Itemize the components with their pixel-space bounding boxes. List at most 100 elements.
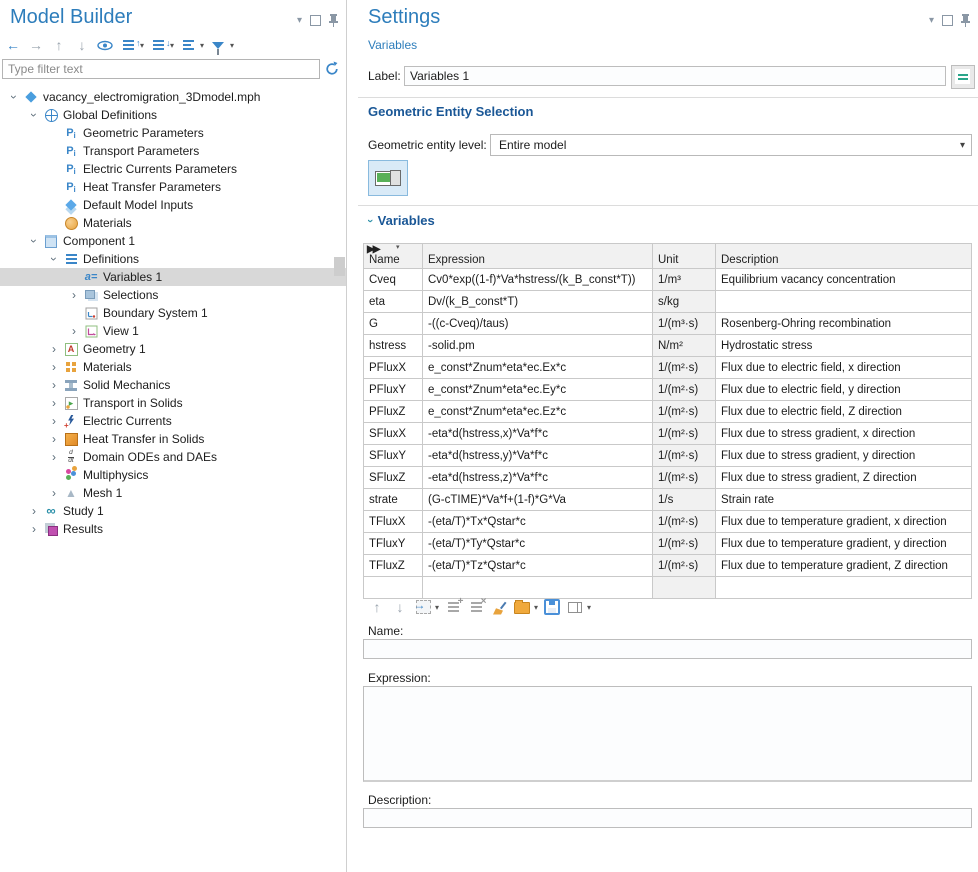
filter-button[interactable]: ▾ xyxy=(209,36,234,54)
tree-expand-chevron-icon[interactable]: › xyxy=(26,523,42,535)
cell-unit[interactable]: 1/(m²·s) xyxy=(653,357,716,379)
tree-expand-chevron-icon[interactable]: › xyxy=(46,433,62,445)
tree-collapse-chevron-icon[interactable]: › xyxy=(8,89,20,105)
cell-unit[interactable]: 1/(m²·s) xyxy=(653,533,716,555)
tree-item-selections[interactable]: ›Selections xyxy=(0,286,346,304)
dropdown-caret-icon[interactable]: ▾ xyxy=(230,41,234,50)
cell-unit[interactable]: 1/(m²·s) xyxy=(653,467,716,489)
column-header-name[interactable]: ▶▶ ▾ Name xyxy=(364,244,423,269)
panel-menu-caret-icon[interactable]: ▾ xyxy=(929,16,934,26)
variable-row[interactable]: SFluxZ-eta*d(hstress,z)*Va*f*c1/(m²·s)Fl… xyxy=(364,467,972,489)
tree-item-definitions[interactable]: ›Definitions xyxy=(0,250,346,268)
collapse-all-button[interactable]: ↑▾ xyxy=(119,36,144,54)
cell-description[interactable]: Flux due to temperature gradient, y dire… xyxy=(716,533,972,555)
tree-item-heat-transfer-parameters[interactable]: PiHeat Transfer Parameters xyxy=(0,178,346,196)
cell-description[interactable]: Flux due to temperature gradient, x dire… xyxy=(716,511,972,533)
expand-columns-icon[interactable]: ▶▶ xyxy=(367,244,378,255)
save-to-file-button[interactable] xyxy=(543,598,561,616)
variable-row[interactable]: G-((c-Cveq)/taus)1/(m³·s)Rosenberg-Ohrin… xyxy=(364,313,972,335)
cell-name[interactable]: hstress xyxy=(364,335,423,357)
cell-unit[interactable]: 1/(m²·s) xyxy=(653,445,716,467)
variables-section-header[interactable]: › Variables xyxy=(368,213,435,228)
cell-expression[interactable]: e_const*Znum*eta*ec.Ey*c xyxy=(423,379,653,401)
back-button[interactable]: ← xyxy=(4,36,22,54)
cell-name[interactable]: SFluxY xyxy=(364,445,423,467)
cell-expression[interactable]: -solid.pm xyxy=(423,335,653,357)
column-header-unit[interactable]: Unit xyxy=(653,244,716,269)
geometric-entity-level-select[interactable]: Entire model ▾ xyxy=(490,134,972,156)
move-down-button[interactable]: ↓ xyxy=(73,36,91,54)
tree-item-global-definitions[interactable]: ›Global Definitions xyxy=(0,106,346,124)
pin-panel-icon[interactable] xyxy=(961,14,970,27)
expression-textarea[interactable] xyxy=(363,686,972,782)
tree-item-default-model-inputs[interactable]: Default Model Inputs xyxy=(0,196,346,214)
cell-description[interactable] xyxy=(716,577,972,599)
cell-name[interactable]: PFluxX xyxy=(364,357,423,379)
cell-expression[interactable]: e_const*Znum*eta*ec.Ex*c xyxy=(423,357,653,379)
variable-row[interactable]: etaDv/(k_B_const*T)s/kg xyxy=(364,291,972,313)
column-options-caret-icon[interactable]: ▾ xyxy=(396,244,400,252)
variable-row[interactable]: SFluxY-eta*d(hstress,y)*Va*f*c1/(m²·s)Fl… xyxy=(364,445,972,467)
table-settings-button[interactable]: ▾ xyxy=(566,598,591,616)
section-collapse-chevron-icon[interactable]: › xyxy=(364,219,376,223)
cell-description[interactable]: Rosenberg-Ohring recombination xyxy=(716,313,972,335)
cell-expression[interactable]: -(eta/T)*Tz*Qstar*c xyxy=(423,555,653,577)
tree-expand-chevron-icon[interactable]: › xyxy=(46,379,62,391)
tree-item-electric-currents-parameters[interactable]: PiElectric Currents Parameters xyxy=(0,160,346,178)
cell-name[interactable]: PFluxY xyxy=(364,379,423,401)
cell-unit[interactable]: s/kg xyxy=(653,291,716,313)
tree-item-study-1[interactable]: ›∞Study 1 xyxy=(0,502,346,520)
tree-item-results[interactable]: ›Results xyxy=(0,520,346,538)
tree-collapse-chevron-icon[interactable]: › xyxy=(28,233,40,249)
dropdown-caret-icon[interactable]: ▾ xyxy=(435,603,439,612)
variable-row[interactable]: SFluxX-eta*d(hstress,x)*Va*f*c1/(m²·s)Fl… xyxy=(364,423,972,445)
cell-expression[interactable]: -eta*d(hstress,z)*Va*f*c xyxy=(423,467,653,489)
cell-expression[interactable]: -eta*d(hstress,x)*Va*f*c xyxy=(423,423,653,445)
tree-scrollbar-thumb[interactable] xyxy=(334,257,345,276)
show-button[interactable] xyxy=(96,36,114,54)
cell-name[interactable]: PFluxZ xyxy=(364,401,423,423)
tree-item-materials[interactable]: ›Materials xyxy=(0,358,346,376)
dropdown-caret-icon[interactable]: ▾ xyxy=(140,41,144,50)
cell-description[interactable]: Strain rate xyxy=(716,489,972,511)
cell-unit[interactable]: 1/s xyxy=(653,489,716,511)
tree-item-domain-odes-and-daes[interactable]: ›ddtDomain ODEs and DAEs xyxy=(0,448,346,466)
cell-name[interactable]: SFluxZ xyxy=(364,467,423,489)
description-input[interactable] xyxy=(363,808,972,828)
filter-input[interactable] xyxy=(2,59,320,79)
cell-unit[interactable]: 1/(m²·s) xyxy=(653,401,716,423)
label-input[interactable] xyxy=(404,66,946,86)
cell-unit[interactable]: N/m² xyxy=(653,335,716,357)
cell-unit[interactable]: 1/(m³·s) xyxy=(653,313,716,335)
panel-menu-caret-icon[interactable]: ▾ xyxy=(297,16,302,26)
tree-expand-chevron-icon[interactable]: › xyxy=(26,505,42,517)
tree-item-heat-transfer-in-solids[interactable]: ›Heat Transfer in Solids xyxy=(0,430,346,448)
variable-row[interactable]: PFluxXe_const*Znum*eta*ec.Ex*c1/(m²·s)Fl… xyxy=(364,357,972,379)
cell-unit[interactable]: 1/(m²·s) xyxy=(653,555,716,577)
row-down-button[interactable]: ↓ xyxy=(391,598,409,616)
cell-description[interactable]: Flux due to temperature gradient, Z dire… xyxy=(716,555,972,577)
refresh-icon[interactable] xyxy=(324,61,341,78)
cell-name[interactable]: TFluxZ xyxy=(364,555,423,577)
settings-breadcrumb[interactable]: Variables xyxy=(368,38,417,52)
cell-description[interactable]: Flux due to electric field, Z direction xyxy=(716,401,972,423)
cell-name[interactable]: Cveq xyxy=(364,269,423,291)
tree-item-electric-currents[interactable]: ›+Electric Currents xyxy=(0,412,346,430)
cell-expression[interactable]: -((c-Cveq)/taus) xyxy=(423,313,653,335)
cell-expression[interactable]: -(eta/T)*Ty*Qstar*c xyxy=(423,533,653,555)
cell-description[interactable]: Equilibrium vacancy concentration xyxy=(716,269,972,291)
cell-expression[interactable]: Dv/(k_B_const*T) xyxy=(423,291,653,313)
cell-name[interactable]: eta xyxy=(364,291,423,313)
cell-unit[interactable] xyxy=(653,577,716,599)
tree-expand-chevron-icon[interactable]: › xyxy=(46,415,62,427)
variable-row[interactable]: TFluxX-(eta/T)*Tx*Qstar*c1/(m²·s)Flux du… xyxy=(364,511,972,533)
move-up-button[interactable]: ↑ xyxy=(50,36,68,54)
cell-unit[interactable]: 1/(m²·s) xyxy=(653,379,716,401)
variable-row[interactable]: TFluxZ-(eta/T)*Tz*Qstar*c1/(m²·s)Flux du… xyxy=(364,555,972,577)
cell-description[interactable]: Flux due to electric field, y direction xyxy=(716,379,972,401)
forward-button[interactable]: → xyxy=(27,36,45,54)
tree-collapse-chevron-icon[interactable]: › xyxy=(48,251,60,267)
tree-expand-chevron-icon[interactable]: › xyxy=(46,487,62,499)
node-text-button[interactable]: ▾ xyxy=(179,36,204,54)
cell-expression[interactable]: (G-cTIME)*Va*f+(1-f)*G*Va xyxy=(423,489,653,511)
